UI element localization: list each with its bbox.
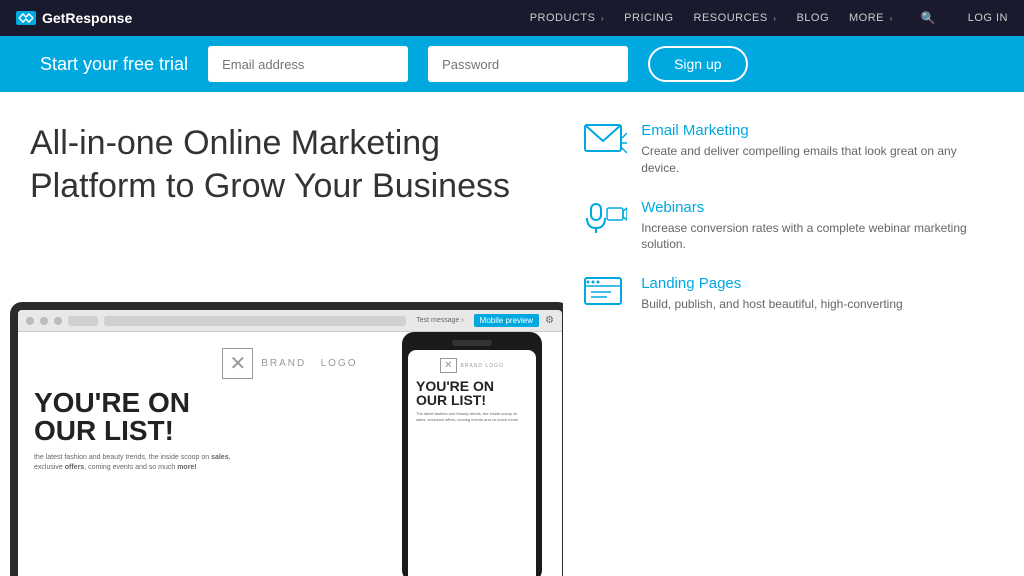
mobile-preview-btn: Mobile preview bbox=[474, 314, 539, 327]
landing-pages-text: Landing Pages Build, publish, and host b… bbox=[641, 275, 903, 313]
nav-blog[interactable]: BLOG bbox=[796, 12, 829, 24]
nav-pricing[interactable]: PRICING bbox=[624, 12, 673, 24]
webinars-icon bbox=[583, 199, 627, 235]
hero-left: All-in-one Online MarketingPlatform to G… bbox=[0, 92, 563, 576]
landing-pages-desc: Build, publish, and host beautiful, high… bbox=[641, 296, 903, 313]
landing-pages-title: Landing Pages bbox=[641, 275, 903, 292]
email-marketing-text: Email Marketing Create and deliver compe… bbox=[641, 122, 994, 177]
nav-links: PRODUCTS › PRICING RESOURCES › BLOG MORE… bbox=[530, 11, 1008, 25]
email-marketing-title: Email Marketing bbox=[641, 122, 994, 139]
logo[interactable]: GetResponse bbox=[16, 10, 132, 26]
search-icon[interactable]: 🔍 bbox=[921, 11, 936, 25]
signup-button[interactable]: Sign up bbox=[648, 46, 747, 82]
feature-landing-pages: Landing Pages Build, publish, and host b… bbox=[583, 275, 994, 313]
feature-webinars: Webinars Increase conversion rates with … bbox=[583, 199, 994, 254]
logo-icon bbox=[16, 11, 36, 25]
laptop-mockup: Test message › Mobile preview ⚙ ✕ BRAND … bbox=[10, 302, 563, 576]
feature-email-marketing: Email Marketing Create and deliver compe… bbox=[583, 122, 994, 177]
trial-bar: Start your free trial Sign up bbox=[0, 36, 1024, 92]
logo-text: GetResponse bbox=[42, 10, 132, 26]
email-input[interactable] bbox=[208, 46, 408, 82]
password-input[interactable] bbox=[428, 46, 628, 82]
hero-headline: All-in-one Online MarketingPlatform to G… bbox=[30, 122, 533, 207]
nav-more[interactable]: MORE › bbox=[849, 12, 893, 24]
webinars-title: Webinars bbox=[641, 199, 994, 216]
login-link[interactable]: LOG IN bbox=[968, 12, 1008, 24]
mobile-preview-overlay: ✕ BRAND LOGO YOU'RE ONOUR LIST! The late… bbox=[402, 332, 542, 576]
webinars-text: Webinars Increase conversion rates with … bbox=[641, 199, 994, 254]
trial-text: Start your free trial bbox=[40, 54, 188, 75]
nav-products[interactable]: PRODUCTS › bbox=[530, 12, 604, 24]
nav-resources[interactable]: RESOURCES › bbox=[694, 12, 777, 24]
email-marketing-icon bbox=[583, 122, 627, 158]
landing-pages-icon bbox=[583, 275, 627, 311]
email-marketing-desc: Create and deliver compelling emails tha… bbox=[641, 143, 994, 177]
hero-section: All-in-one Online MarketingPlatform to G… bbox=[0, 92, 1024, 576]
hero-right: Email Marketing Create and deliver compe… bbox=[563, 92, 1024, 576]
navigation: GetResponse PRODUCTS › PRICING RESOURCES… bbox=[0, 0, 1024, 36]
webinars-desc: Increase conversion rates with a complet… bbox=[641, 220, 994, 254]
